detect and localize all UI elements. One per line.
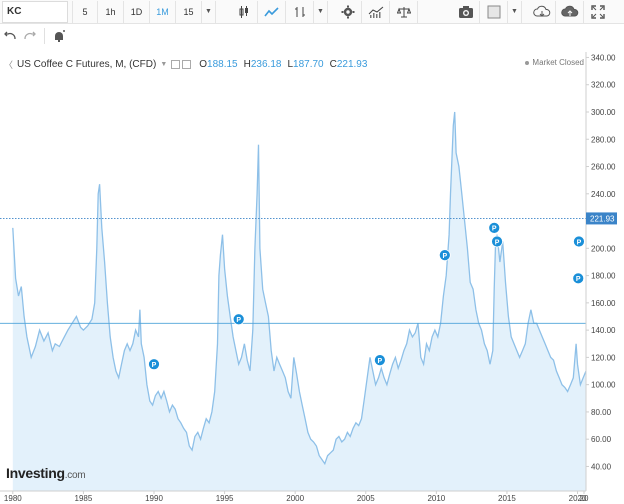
price-tick-label: 40.00 [591,462,612,471]
instrument-title: US Coffee C Futures, M, (CFD) [17,59,157,70]
price-tick-label: 320.00 [591,81,616,90]
close-value: 221.93 [336,59,368,70]
event-marker-letter: P [236,317,241,324]
time-axis[interactable]: 1980 1985 1990 1995 2000 2005 2010 2015 202020 [0,490,589,503]
time-tick-label: 2010 [427,494,445,503]
time-tick-label: 1995 [216,494,234,503]
visibility-icon[interactable] [171,60,181,69]
low-value: 187.70 [293,59,324,70]
price-tick-label: 160.00 [591,299,616,308]
high-label: H [243,59,251,70]
event-markers[interactable]: PPPPPP PP [148,221,585,371]
time-tick-label: 2005 [357,494,375,503]
time-tick-label: 20 [580,494,589,503]
event-marker-letter: P [576,276,581,283]
price-tick-label: 240.00 [591,190,616,199]
collapse-icon[interactable]: 〈 [4,58,13,71]
price-chart[interactable]: 340.00320.00300.00280.00260.00240.00220.… [0,0,624,504]
settings-square-icon[interactable] [182,60,192,69]
price-tick-label: 60.00 [591,435,612,444]
time-tick-label: 1980 [4,494,22,503]
brand-suffix: .com [64,470,86,481]
event-marker-letter: P [152,362,157,369]
brand-watermark: Investing.com [6,465,86,481]
price-tick-label: 180.00 [591,272,616,281]
last-price-label: 221.93 [590,214,615,223]
time-tick-label: 1990 [145,494,163,503]
event-marker-letter: P [378,358,383,365]
event-marker-letter: P [442,253,447,260]
time-tick-label: 2015 [498,494,516,503]
status-dot-icon [525,60,530,65]
event-marker-letter: P [577,239,582,246]
price-axis[interactable]: 340.00320.00300.00280.00260.00240.00220.… [585,52,617,491]
market-status: Market Closed [525,58,584,67]
brand-name: Investing [6,465,65,481]
price-tick-label: 80.00 [591,408,612,417]
time-tick-label: 1985 [75,494,93,503]
price-tick-label: 260.00 [591,163,616,172]
price-tick-label: 140.00 [591,326,616,335]
price-tick-label: 120.00 [591,353,616,362]
event-marker-letter: P [495,239,500,246]
market-status-text: Market Closed [532,58,584,67]
event-marker-letter: P [492,226,497,233]
close-label: C [329,59,337,70]
high-value: 236.18 [250,59,282,70]
price-tick-label: 340.00 [591,53,616,62]
chart-legend: 〈 US Coffee C Futures, M, (CFD) ▼ O 188.1… [4,58,367,71]
time-tick-label: 2000 [286,494,304,503]
price-tick-label: 200.00 [591,244,616,253]
open-value: 188.15 [207,59,238,70]
price-tick-label: 300.00 [591,108,616,117]
price-area-fill [12,112,587,491]
price-tick-label: 280.00 [591,135,616,144]
open-label: O [199,59,208,70]
price-tick-label: 100.00 [591,381,616,390]
chevron-down-icon[interactable]: ▼ [160,61,167,68]
